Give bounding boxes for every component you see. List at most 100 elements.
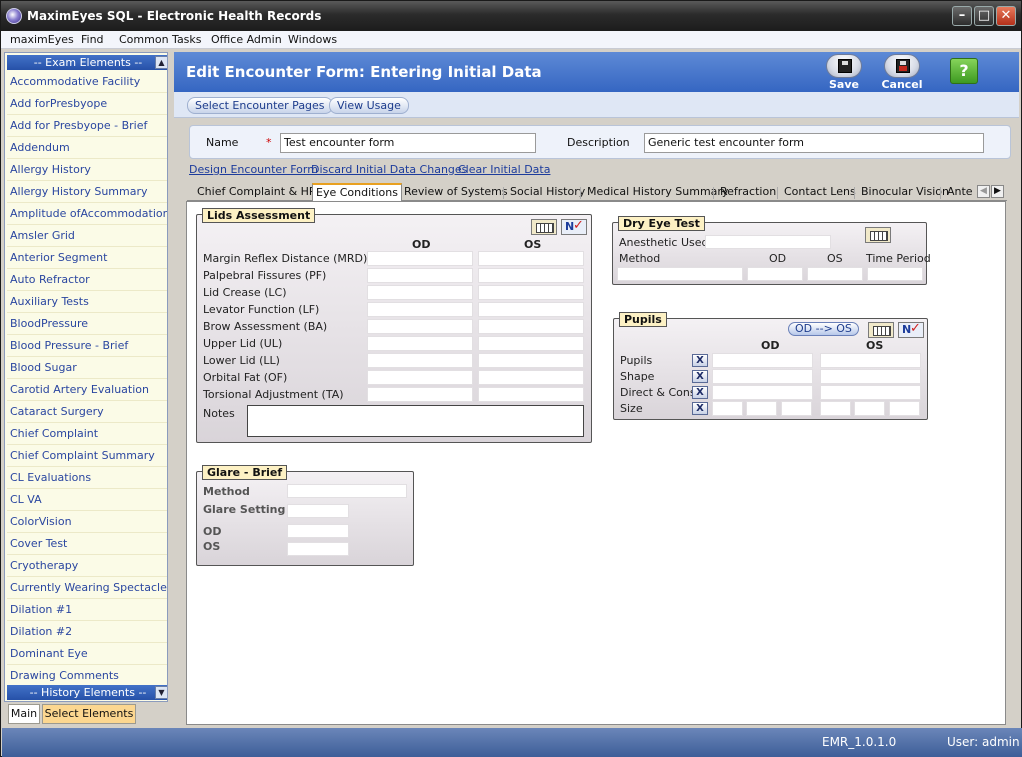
os-input[interactable] (807, 267, 863, 281)
design-encounter-form-link[interactable]: Design Encounter Form (189, 163, 318, 176)
sidebar-item[interactable]: Cataract Surgery (10, 405, 104, 418)
sidebar-item[interactable]: Allergy History Summary (10, 185, 148, 198)
lids-od-input[interactable] (367, 370, 473, 385)
pupils-size-od-input[interactable] (746, 401, 777, 416)
lids-od-input[interactable] (367, 268, 473, 283)
clear-row-button[interactable]: X (692, 370, 708, 383)
tab-medical-history-summary[interactable]: Medical History Summary (584, 185, 731, 198)
tab-select-elements[interactable]: Select Elements (42, 704, 136, 724)
lids-os-input[interactable] (478, 387, 584, 402)
tab-scroll-right-icon[interactable]: ▶ (991, 185, 1004, 198)
tab-eye-conditions[interactable]: Eye Conditions (312, 183, 402, 202)
sidebar-item[interactable]: Addendum (10, 141, 70, 154)
close-button[interactable]: ✕ (996, 6, 1016, 26)
tab-ante[interactable]: Ante (944, 185, 976, 198)
view-usage-button[interactable]: View Usage (329, 97, 409, 114)
sidebar-item[interactable]: Chief Complaint (10, 427, 98, 440)
lids-os-input[interactable] (478, 285, 584, 300)
sidebar-item[interactable]: Allergy History (10, 163, 91, 176)
menu-windows[interactable]: Windows (288, 33, 337, 46)
anesthetic-used-input[interactable] (705, 235, 831, 249)
lids-os-input[interactable] (478, 353, 584, 368)
tab-contact-lens[interactable]: Contact Lens (781, 185, 859, 198)
sidebar-item[interactable]: Dominant Eye (10, 647, 88, 660)
menu-maximeyes[interactable]: maximEyes (10, 33, 74, 46)
scroll-down-icon[interactable]: ▼ (155, 686, 167, 699)
clear-row-button[interactable]: X (692, 402, 708, 415)
sidebar-item[interactable]: Amplitude ofAccommodation (10, 207, 167, 220)
method-input[interactable] (617, 267, 743, 281)
lids-od-input[interactable] (367, 302, 473, 317)
pupils-size-os-input[interactable] (820, 401, 851, 416)
pupils-size-os-input[interactable] (854, 401, 885, 416)
sidebar-item[interactable]: Chief Complaint Summary (10, 449, 155, 462)
lids-od-input[interactable] (367, 353, 473, 368)
sidebar-item[interactable]: Anterior Segment (10, 251, 107, 264)
sidebar-item[interactable]: Amsler Grid (10, 229, 75, 242)
od-to-os-button[interactable]: OD --> OS (788, 322, 859, 336)
pupils-os-input[interactable] (820, 385, 921, 400)
clear-initial-data-link[interactable]: Clear Initial Data (458, 163, 550, 176)
tab-main[interactable]: Main (8, 704, 40, 724)
clear-row-button[interactable]: X (692, 354, 708, 367)
glare-od-input[interactable] (287, 524, 349, 538)
sidebar-item[interactable]: Accommodative Facility (10, 75, 140, 88)
pupils-od-input[interactable] (712, 369, 813, 384)
sidebar-item[interactable]: Blood Pressure - Brief (10, 339, 128, 352)
glare-os-input[interactable] (287, 542, 349, 556)
pupils-os-input[interactable] (820, 369, 921, 384)
sidebar-item[interactable]: ColorVision (10, 515, 72, 528)
lids-os-input[interactable] (478, 370, 584, 385)
tab-binocular-vision[interactable]: Binocular Vision (858, 185, 952, 198)
lids-os-input[interactable] (478, 302, 584, 317)
lids-od-input[interactable] (367, 285, 473, 300)
pupils-size-od-input[interactable] (781, 401, 812, 416)
sidebar-item[interactable]: Cryotherapy (10, 559, 78, 572)
lids-os-input[interactable] (478, 336, 584, 351)
grid-icon[interactable] (531, 219, 557, 235)
maximize-button[interactable]: □ (974, 6, 994, 26)
description-input[interactable]: Generic test encounter form (644, 133, 984, 153)
pupils-od-input[interactable] (712, 353, 813, 368)
sidebar-item[interactable]: Cover Test (10, 537, 67, 550)
sidebar-item[interactable]: Currently Wearing Spectacles (10, 581, 167, 594)
scroll-up-icon[interactable]: ▲ (155, 56, 167, 69)
sidebar-item[interactable]: Dilation #2 (10, 625, 72, 638)
name-input[interactable]: Test encounter form (280, 133, 536, 153)
sidebar-item[interactable]: CL VA (10, 493, 42, 506)
help-button[interactable]: ? (950, 58, 978, 84)
grid-icon[interactable] (865, 227, 891, 243)
select-encounter-pages-button[interactable]: Select Encounter Pages (187, 97, 333, 114)
sidebar-item[interactable]: Auto Refractor (10, 273, 90, 286)
menu-office-admin[interactable]: Office Admin (211, 33, 282, 46)
sidebar-item[interactable]: Carotid Artery Evaluation (10, 383, 149, 396)
time-period-input[interactable] (867, 267, 923, 281)
lids-od-input[interactable] (367, 319, 473, 334)
normal-check-icon[interactable] (561, 218, 587, 235)
tab-chief-complaint[interactable]: Chief Complaint & HPI (194, 185, 322, 198)
sidebar-item[interactable]: CL Evaluations (10, 471, 91, 484)
tab-scroll-left-icon[interactable]: ◀ (977, 185, 990, 198)
menu-common-tasks[interactable]: Common Tasks (119, 33, 202, 46)
lids-os-input[interactable] (478, 319, 584, 334)
sidebar-item[interactable]: Drawing Comments (10, 669, 119, 682)
tab-social-history[interactable]: Social History (507, 185, 588, 198)
minimize-button[interactable]: – (952, 6, 972, 26)
sidebar-item[interactable]: BloodPressure (10, 317, 88, 330)
pupils-size-os-input[interactable] (889, 401, 920, 416)
discard-initial-data-link[interactable]: Discard Initial Data Changes (311, 163, 467, 176)
sidebar-item[interactable]: Add for Presbyope - Brief (10, 119, 147, 132)
tab-review-of-systems[interactable]: Review of Systems (401, 185, 511, 198)
sidebar-item[interactable]: Auxiliary Tests (10, 295, 89, 308)
sidebar-item[interactable]: Dilation #1 (10, 603, 72, 616)
sidebar-item[interactable]: Add forPresbyope (10, 97, 107, 110)
normal-check-icon[interactable] (898, 321, 924, 338)
od-input[interactable] (747, 267, 803, 281)
pupils-os-input[interactable] (820, 353, 921, 368)
menu-find[interactable]: Find (81, 33, 104, 46)
sidebar-item[interactable]: Blood Sugar (10, 361, 77, 374)
save-button[interactable]: Save (822, 54, 866, 91)
notes-input[interactable] (247, 405, 584, 437)
lids-os-input[interactable] (478, 251, 584, 266)
lids-od-input[interactable] (367, 251, 473, 266)
